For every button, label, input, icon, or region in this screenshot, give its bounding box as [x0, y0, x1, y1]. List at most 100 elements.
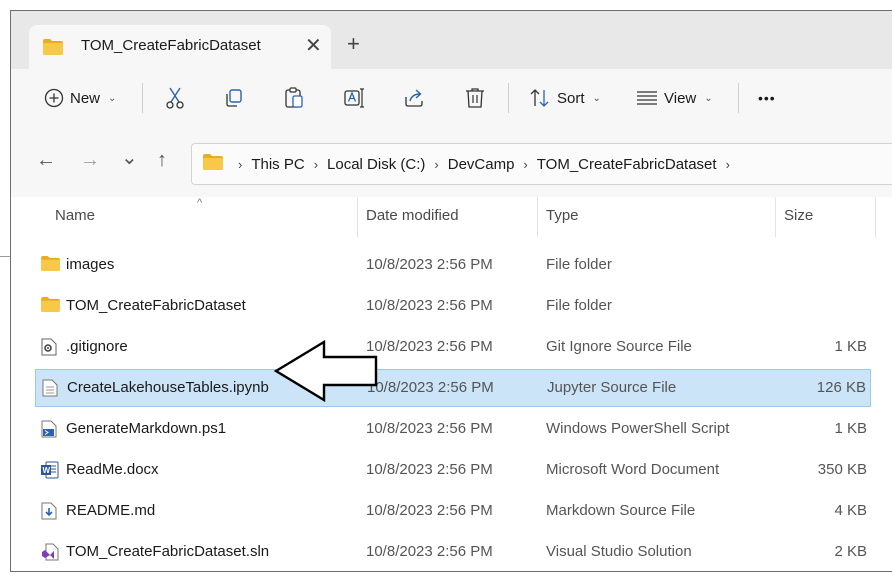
- file-type: Windows PowerShell Script: [546, 420, 730, 437]
- sort-label: Sort: [557, 89, 585, 107]
- file-type: File folder: [546, 256, 612, 273]
- copy-button[interactable]: [224, 69, 244, 127]
- column-header-row: ^ Name Date modified Type Size: [11, 197, 892, 237]
- file-date: 10/8/2023 2:56 PM: [366, 420, 493, 437]
- close-tab-button[interactable]: ✕: [305, 33, 322, 58]
- file-date: 10/8/2023 2:56 PM: [366, 543, 493, 560]
- more-icon: •••: [758, 90, 776, 106]
- file-size: 4 KB: [834, 502, 867, 519]
- file-size: 2 KB: [834, 543, 867, 560]
- folder-icon: [41, 256, 60, 274]
- breadcrumb-current-folder[interactable]: TOM_CreateFabricDataset: [537, 156, 717, 173]
- file-name: TOM_CreateFabricDataset: [66, 297, 246, 314]
- sort-button[interactable]: Sort ⌄: [529, 69, 601, 127]
- column-divider[interactable]: [875, 197, 876, 237]
- file-type: Markdown Source File: [546, 502, 696, 519]
- tab-strip: TOM_CreateFabricDataset ✕ +: [11, 11, 892, 69]
- file-date: 10/8/2023 2:56 PM: [366, 461, 493, 478]
- file-row[interactable]: W ReadMe.docx 10/8/2023 2:56 PM Microsof…: [35, 452, 871, 488]
- column-header-name[interactable]: Name: [55, 207, 95, 224]
- sort-ascending-caret-icon: ^: [197, 197, 203, 209]
- back-arrow-icon[interactable]: ←: [36, 149, 56, 172]
- delete-button[interactable]: [465, 69, 485, 127]
- file-list: ^ Name Date modified Type Size images 10…: [11, 197, 892, 571]
- markdown-file-icon: [41, 502, 59, 520]
- sort-icon: [529, 88, 551, 108]
- column-header-date[interactable]: Date modified: [366, 207, 459, 224]
- file-name: GenerateMarkdown.ps1: [66, 420, 227, 437]
- file-name: README.md: [66, 502, 156, 519]
- forward-arrow-icon[interactable]: →: [80, 149, 100, 172]
- view-label: View: [664, 89, 697, 107]
- rename-button[interactable]: [344, 69, 366, 127]
- toolbar-divider: [508, 83, 509, 113]
- plus-circle-icon: [44, 88, 64, 108]
- folder-icon: [41, 297, 60, 315]
- scissors-icon: [165, 87, 185, 109]
- file-date: 10/8/2023 2:56 PM: [366, 256, 493, 273]
- toolbar-divider: [142, 83, 143, 113]
- file-row[interactable]: README.md 10/8/2023 2:56 PM Markdown Sou…: [35, 493, 871, 529]
- tab-tom-createfabricdataset[interactable]: TOM_CreateFabricDataset ✕: [29, 25, 331, 69]
- address-bar[interactable]: › This PC › Local Disk (C:) › DevCamp › …: [191, 143, 892, 185]
- svg-text:W: W: [43, 466, 51, 475]
- file-row-selected[interactable]: CreateLakehouseTables.ipynb 10/8/2023 2:…: [35, 369, 871, 407]
- paste-button[interactable]: [284, 69, 304, 127]
- config-file-icon: [41, 338, 59, 356]
- breadcrumb-devcamp[interactable]: DevCamp: [448, 156, 515, 173]
- file-size: 126 KB: [816, 379, 866, 396]
- chevron-right-icon: ›: [434, 156, 439, 172]
- file-type: Git Ignore Source File: [546, 338, 692, 355]
- chevron-right-icon: ›: [725, 156, 730, 172]
- new-button[interactable]: New ⌄: [44, 69, 116, 127]
- cut-button[interactable]: [165, 69, 185, 127]
- breadcrumb-this-pc[interactable]: This PC: [251, 156, 304, 173]
- chevron-right-icon: ›: [313, 156, 319, 172]
- file-date: 10/8/2023 2:56 PM: [366, 502, 493, 519]
- column-divider[interactable]: [357, 197, 358, 237]
- new-tab-button[interactable]: +: [347, 31, 360, 57]
- up-arrow-icon[interactable]: ↑: [157, 149, 167, 172]
- file-row[interactable]: GenerateMarkdown.ps1 10/8/2023 2:56 PM W…: [35, 411, 871, 447]
- breadcrumb-local-disk[interactable]: Local Disk (C:): [327, 156, 425, 173]
- column-divider[interactable]: [775, 197, 776, 237]
- file-row[interactable]: TOM_CreateFabricDataset.sln 10/8/2023 2:…: [35, 534, 871, 570]
- file-size: 350 KB: [817, 461, 867, 478]
- column-header-type[interactable]: Type: [546, 207, 579, 224]
- file-size: 1 KB: [834, 420, 867, 437]
- trash-icon: [465, 87, 485, 109]
- file-name: CreateLakehouseTables.ipynb: [67, 379, 269, 396]
- file-row[interactable]: images 10/8/2023 2:56 PM File folder: [35, 247, 871, 283]
- column-divider[interactable]: [537, 197, 538, 237]
- view-button[interactable]: View ⌄: [636, 69, 713, 127]
- file-explorer-window: TOM_CreateFabricDataset ✕ + New ⌄ Sort ⌄…: [10, 10, 892, 572]
- toolbar-divider: [738, 83, 739, 113]
- more-options-button[interactable]: •••: [758, 69, 776, 127]
- new-button-label: New: [70, 89, 101, 107]
- file-date: 10/8/2023 2:56 PM: [367, 379, 494, 396]
- command-bar: New ⌄ Sort ⌄ View ⌄ •••: [11, 69, 892, 127]
- annotation-arrow-icon: [273, 340, 378, 402]
- file-name: .gitignore: [66, 338, 128, 355]
- rename-icon: [344, 88, 366, 108]
- column-header-size[interactable]: Size: [784, 207, 813, 224]
- tab-title: TOM_CreateFabricDataset: [81, 37, 261, 54]
- file-name: ReadMe.docx: [66, 461, 159, 478]
- folder-icon: [43, 39, 63, 60]
- chevron-down-icon: ⌄: [592, 92, 601, 104]
- text-file-icon: [42, 379, 60, 397]
- file-row[interactable]: TOM_CreateFabricDataset 10/8/2023 2:56 P…: [35, 288, 871, 324]
- word-file-icon: W: [41, 461, 59, 479]
- view-list-icon: [636, 90, 658, 106]
- recent-locations-chevron-icon[interactable]: ⌄: [121, 145, 138, 170]
- share-icon: [404, 88, 426, 108]
- file-size: 1 KB: [834, 338, 867, 355]
- file-type: Microsoft Word Document: [546, 461, 720, 478]
- file-type: Visual Studio Solution: [546, 543, 692, 560]
- file-row[interactable]: .gitignore 10/8/2023 2:56 PM Git Ignore …: [35, 329, 871, 365]
- file-type: Jupyter Source File: [547, 379, 677, 396]
- file-date: 10/8/2023 2:56 PM: [366, 297, 493, 314]
- share-button[interactable]: [404, 69, 426, 127]
- file-date: 10/8/2023 2:56 PM: [366, 338, 493, 355]
- file-name: TOM_CreateFabricDataset.sln: [66, 543, 270, 560]
